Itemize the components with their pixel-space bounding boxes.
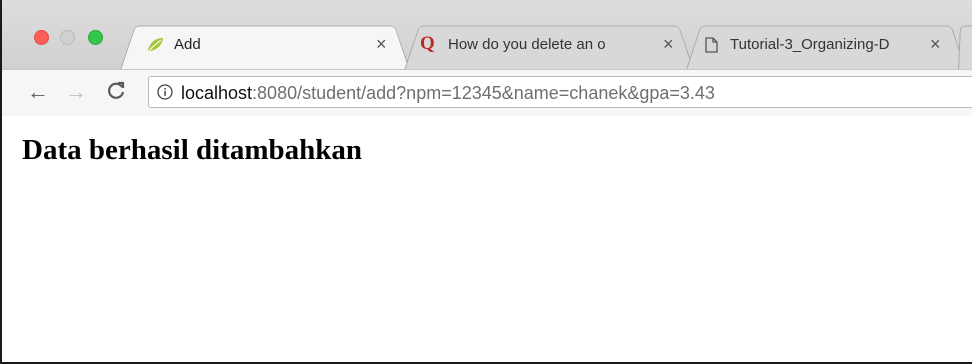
browser-window: Add × Q How do you delete an o × Tutoria… [0,0,972,364]
window-minimize-button[interactable] [60,30,75,45]
tab-strip: Add × Q How do you delete an o × Tutoria… [2,0,972,70]
forward-button[interactable]: → [64,80,88,104]
back-button[interactable]: ← [26,80,50,104]
tab-title: How do you delete an o [448,36,606,53]
url-text: localhost:8080/student/add?npm=12345&nam… [181,81,715,105]
window-close-button[interactable] [34,30,49,45]
tab-title: Tutorial-3_Organizing-D [730,36,890,53]
browser-toolbar: ← → localhost:8080/student/add?npm=12345… [2,69,972,117]
tab-close-icon[interactable]: × [663,33,674,55]
address-bar[interactable]: localhost:8080/student/add?npm=12345&nam… [148,76,972,108]
window-maximize-button[interactable] [88,30,103,45]
tab-title: Add [174,36,201,53]
url-path: :8080/student/add?npm=12345&name=chanek&… [252,83,715,103]
tab-close-icon[interactable]: × [376,33,387,55]
page-heading: Data berhasil ditambahkan [22,134,363,166]
page-content: Data berhasil ditambahkan [2,116,972,362]
reload-button[interactable] [104,80,128,104]
document-icon [705,37,718,53]
reload-icon [108,81,125,99]
tab-tutorial[interactable]: Tutorial-3_Organizing-D × [686,20,966,70]
spring-leaf-icon [148,38,163,52]
tab-quora[interactable]: Q How do you delete an o × [404,20,694,70]
quora-icon: Q [420,33,435,54]
tab-add[interactable]: Add × [120,20,410,70]
url-host: localhost [181,83,253,103]
new-tab-button[interactable] [958,20,972,70]
tab-close-icon[interactable]: × [930,33,941,55]
info-icon[interactable] [157,84,173,100]
